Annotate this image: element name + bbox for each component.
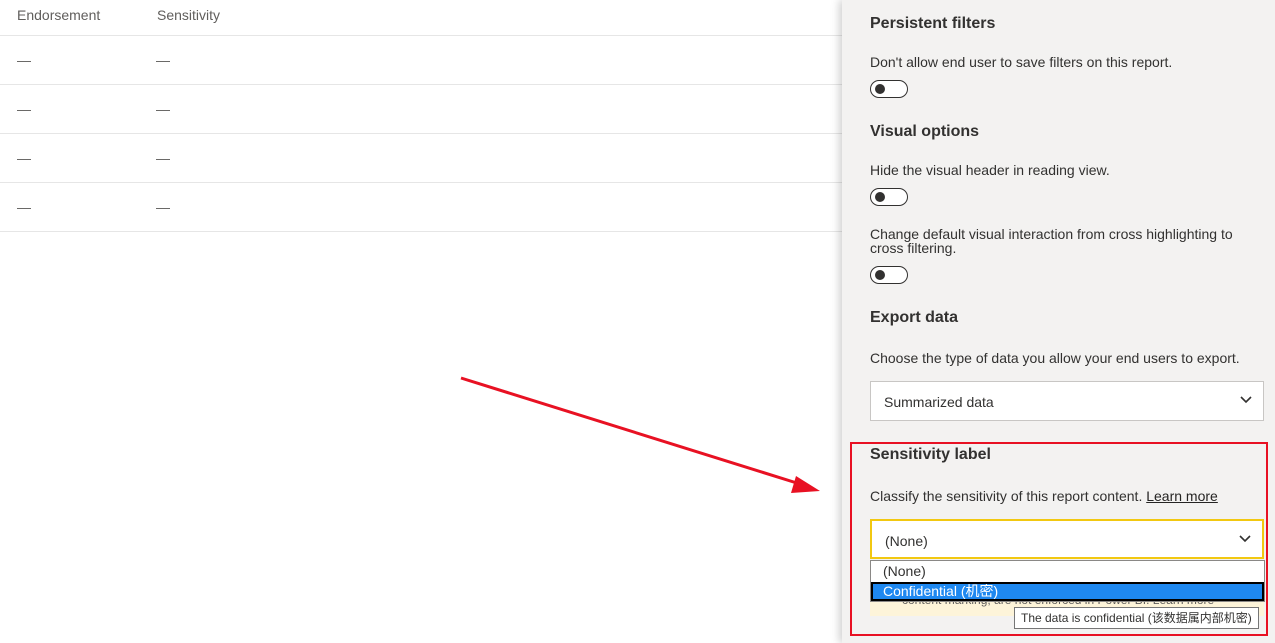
annotation-arrow <box>460 376 820 493</box>
